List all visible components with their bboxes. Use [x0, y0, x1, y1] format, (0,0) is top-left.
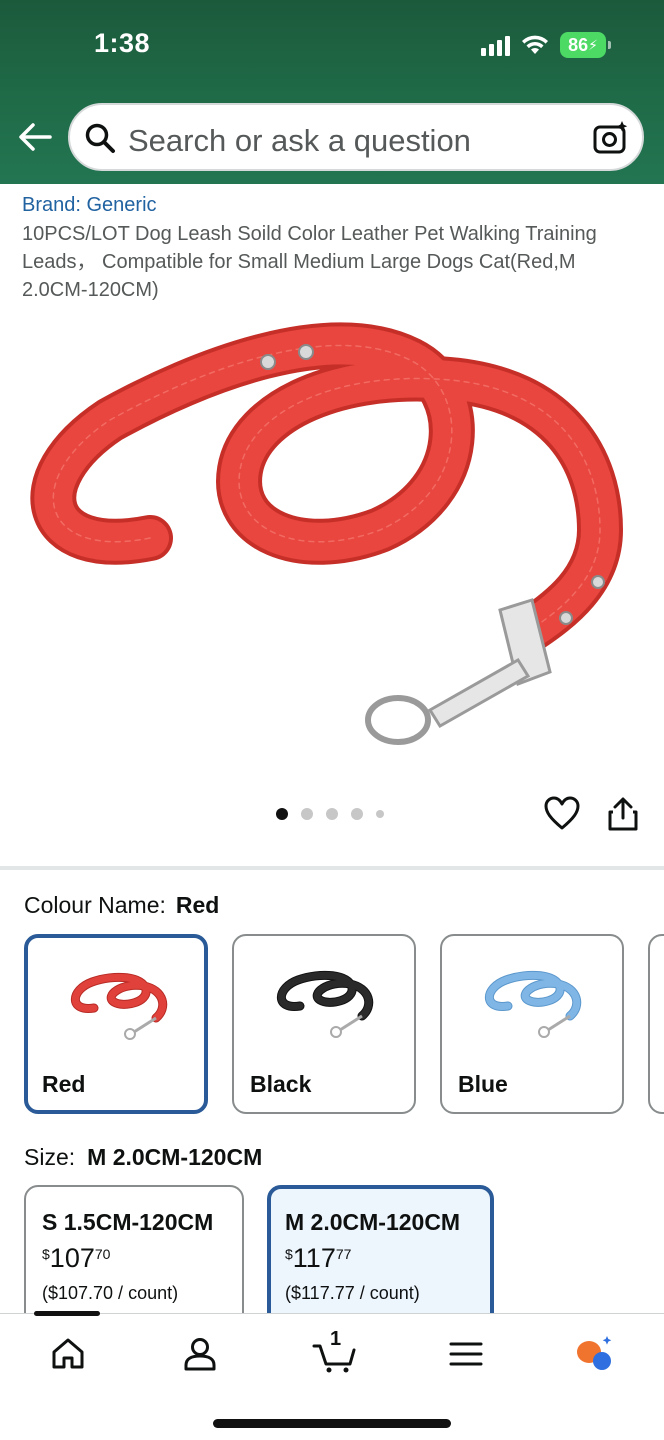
product-image[interactable] [0, 300, 664, 780]
size-selected-value: M 2.0CM-120CM [87, 1144, 263, 1170]
price-fraction: 70 [94, 1246, 111, 1262]
colour-selected-value: Red [175, 892, 220, 918]
price-fraction: 77 [335, 1246, 352, 1262]
leash-thumbnail [277, 970, 374, 1038]
colour-option-label: Red [42, 1071, 86, 1097]
search-input[interactable]: Search or ask a question [128, 123, 471, 159]
status-icons: 86 ⚡ [481, 30, 611, 60]
wifi-icon [522, 35, 548, 54]
carousel-dot[interactable] [276, 808, 288, 820]
brand-link[interactable]: Brand: Generic [22, 194, 157, 217]
account-icon[interactable] [180, 1334, 220, 1374]
rufus-ai-icon[interactable] [574, 1334, 614, 1374]
size-option-price: $11777 [285, 1243, 351, 1274]
cart-count-badge: 1 [330, 1328, 342, 1350]
back-arrow-icon[interactable] [16, 118, 54, 156]
home-indicator [213, 1419, 451, 1428]
search-icon [85, 123, 115, 153]
colour-option-label: Blue [458, 1071, 508, 1097]
size-option-name: S 1.5CM-120CM [42, 1209, 214, 1235]
colour-option-label: Black [250, 1071, 312, 1097]
colour-label-text: Colour Name: [24, 892, 166, 918]
carousel-dot[interactable] [301, 808, 313, 820]
carousel-dot[interactable] [376, 810, 384, 818]
search-bar[interactable]: Search or ask a question [68, 103, 644, 171]
heart-icon[interactable] [544, 796, 580, 832]
size-option-unit-price: ($107.70 / count) [42, 1283, 179, 1303]
colour-option-red[interactable]: Red [24, 934, 208, 1114]
share-icon[interactable] [606, 796, 640, 832]
price-whole: 107 [49, 1243, 95, 1273]
nav-active-indicator [34, 1311, 100, 1316]
colour-option-more[interactable] [648, 934, 664, 1114]
home-icon[interactable] [48, 1334, 88, 1374]
status-time: 1:38 [94, 28, 151, 58]
bottom-nav: 1 [0, 1313, 664, 1440]
carousel-dot[interactable] [326, 808, 338, 820]
carousel-dot[interactable] [351, 808, 363, 820]
leash-thumbnail [71, 972, 168, 1040]
menu-icon[interactable] [446, 1334, 486, 1374]
price-currency: $ [42, 1246, 50, 1262]
battery-indicator: 86 ⚡ [560, 32, 611, 58]
signal-icon [481, 34, 510, 56]
section-divider [0, 866, 664, 870]
colour-option-blue[interactable]: Blue [440, 934, 624, 1114]
camera-search-icon[interactable] [592, 119, 630, 157]
product-title: 10PCS/LOT Dog Leash Soild Color Leather … [22, 223, 597, 301]
leash-thumbnail [485, 970, 582, 1038]
app-header: 1:38 86 ⚡ Search or ask a question [0, 0, 664, 184]
battery-level: 86 [568, 34, 589, 55]
size-label: Size: M 2.0CM-120CM [24, 1144, 262, 1171]
price-whole: 117 [292, 1243, 336, 1273]
size-option-unit-price: ($117.77 / count) [285, 1283, 420, 1303]
image-carousel-dots[interactable] [276, 808, 384, 820]
colour-label: Colour Name: Red [24, 892, 219, 919]
size-option-name: M 2.0CM-120CM [285, 1209, 461, 1235]
size-label-text: Size: [24, 1144, 76, 1170]
colour-option-black[interactable]: Black [232, 934, 416, 1114]
price-currency: $ [285, 1246, 293, 1262]
size-option-price: $10770 [42, 1243, 110, 1274]
